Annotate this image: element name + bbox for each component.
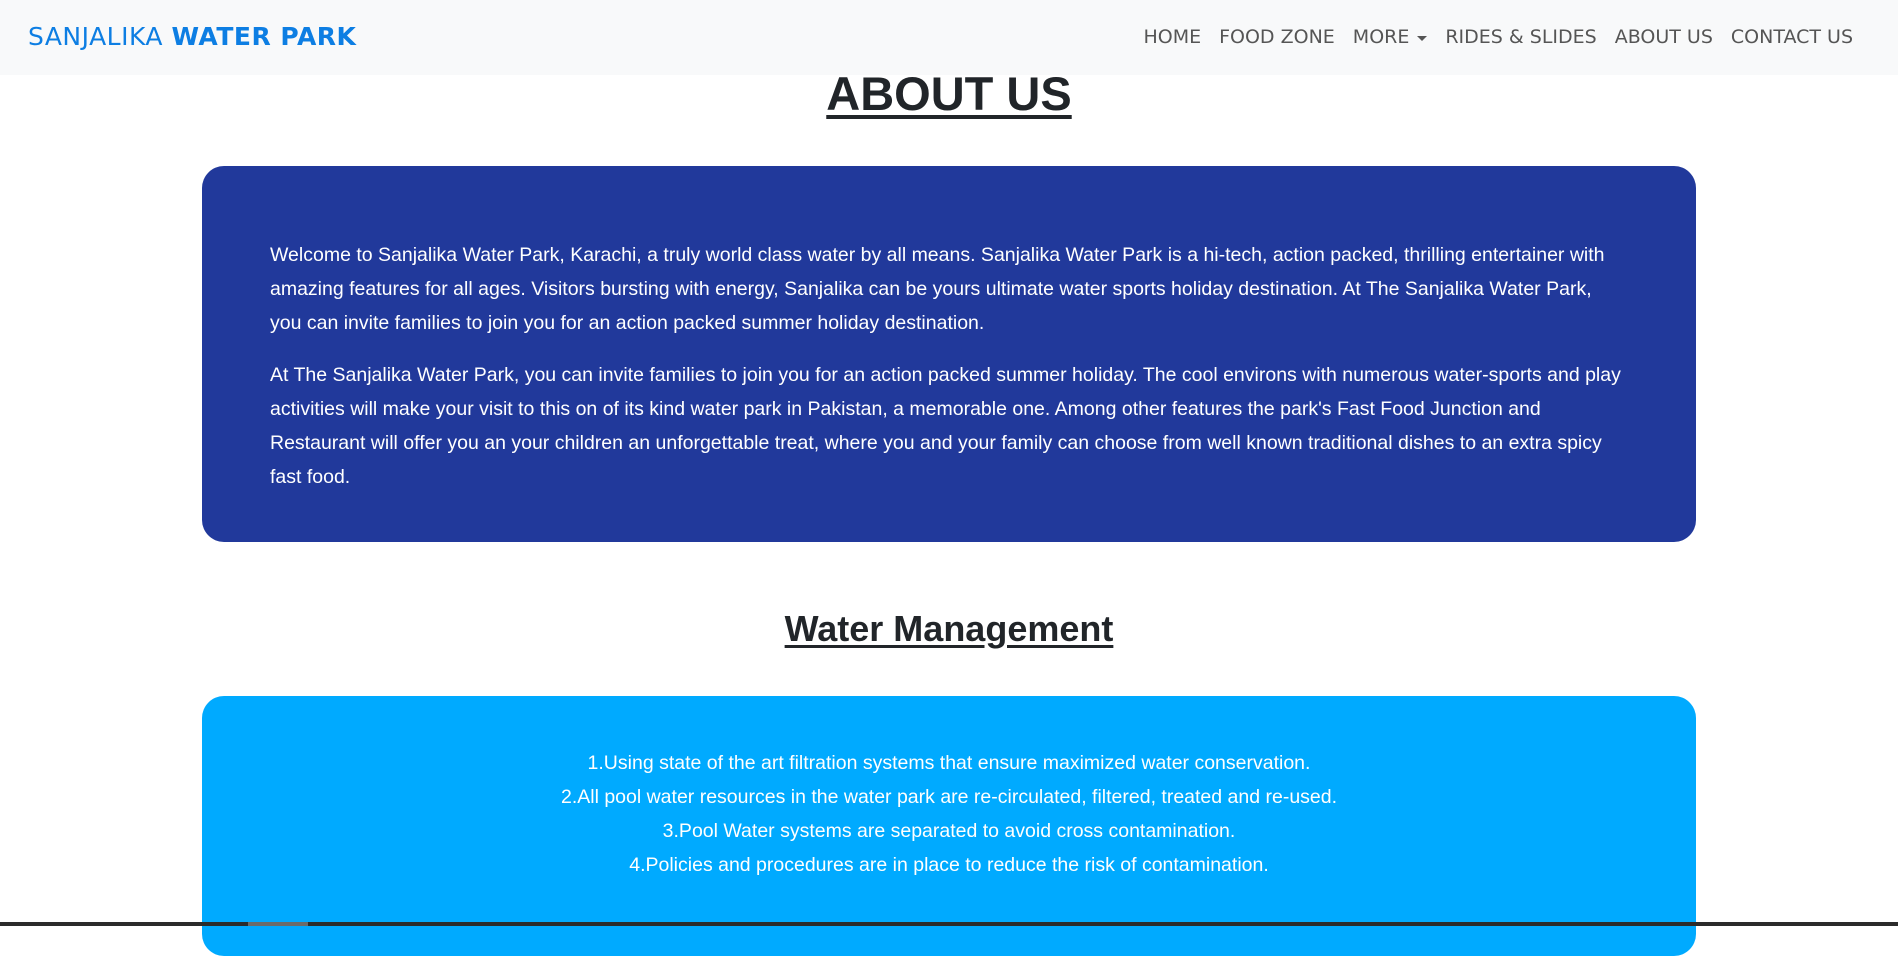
nav-dropdown-more[interactable]: MORE — [1344, 26, 1437, 48]
brand-logo[interactable]: SANJALIKA WATER PARK — [28, 22, 356, 51]
nav-link-home[interactable]: HOME — [1134, 26, 1210, 48]
nav-link-food-zone[interactable]: FOOD ZONE — [1210, 26, 1344, 48]
caret-down-icon — [1417, 35, 1428, 41]
water-management-card: 1.Using state of the art filtration syst… — [202, 696, 1696, 956]
nav-link-rides-slides[interactable]: RIDES & SLIDES — [1436, 26, 1605, 48]
nav-link-about-us[interactable]: ABOUT US — [1606, 26, 1722, 48]
navbar: SANJALIKA WATER PARK HOME FOOD ZONE MORE… — [0, 0, 1898, 75]
nav-link-contact-us[interactable]: CONTACT US — [1722, 26, 1862, 48]
about-card: Welcome to Sanjalika Water Park, Karachi… — [202, 166, 1696, 542]
scrollbar-thumb[interactable] — [248, 922, 308, 926]
water-management-item: 2.All pool water resources in the water … — [560, 786, 1338, 808]
horizontal-scrollbar[interactable] — [0, 922, 1898, 926]
water-management-item: 1.Using state of the art filtration syst… — [587, 752, 1311, 774]
water-management-heading: Water Management — [784, 608, 1114, 649]
brand-name-light: SANJALIKA — [28, 22, 164, 51]
water-management-item: 3.Pool Water systems are separated to av… — [662, 820, 1236, 842]
about-paragraph: Welcome to Sanjalika Water Park, Karachi… — [270, 244, 1605, 334]
about-paragraph: At The Sanjalika Water Park, you can inv… — [270, 364, 1621, 488]
water-management-item: 4.Policies and procedures are in place t… — [629, 854, 1269, 876]
nav-links: HOME FOOD ZONE MORE RIDES & SLIDES ABOUT… — [1134, 26, 1862, 48]
brand-name-bold: WATER PARK — [171, 22, 357, 51]
